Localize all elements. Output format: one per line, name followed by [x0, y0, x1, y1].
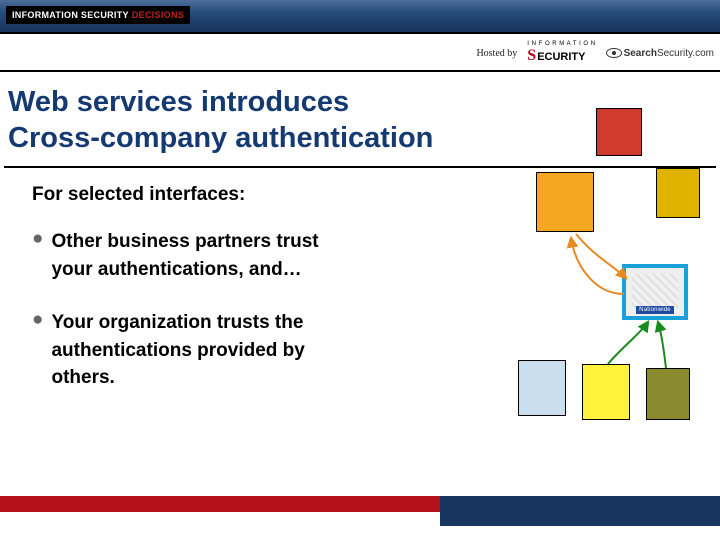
divider — [0, 32, 720, 34]
logo-searchsecurity: SearchSecurity.com — [606, 48, 714, 59]
footer — [0, 492, 720, 520]
bullet-icon: ● — [32, 228, 43, 283]
logo-ss-bold: Search — [624, 48, 657, 59]
title-line1: Web services introduces — [8, 84, 433, 120]
brand-logo: INFORMATION SECURITY DECISIONS — [6, 6, 190, 24]
logo-security-text: ECURITY — [537, 51, 585, 63]
logo-small-text: I N F O R M A T I O N — [527, 42, 595, 47]
list-item: ● Other business partners trust your aut… — [32, 228, 412, 283]
bullet-text: authentications provided by — [51, 337, 304, 365]
list-item: ● Your organization trusts the authentic… — [32, 309, 412, 392]
hosted-by-label: Hosted by — [476, 48, 517, 59]
arrow-orange-in — [571, 238, 624, 294]
bullet-text: your authentications, and… — [51, 256, 318, 284]
bullet-icon: ● — [32, 309, 43, 392]
eye-icon — [606, 48, 622, 58]
header: INFORMATION SECURITY DECISIONS Hosted by… — [0, 0, 720, 70]
divider-top — [0, 70, 720, 72]
arrow-green-olive — [658, 322, 666, 368]
logo-information-security: I N F O R M A T I O N SECURITY — [527, 42, 595, 65]
header-bar: INFORMATION SECURITY DECISIONS — [0, 0, 720, 32]
slide: INFORMATION SECURITY DECISIONS Hosted by… — [0, 0, 720, 540]
arrows-svg — [426, 108, 716, 478]
page-title: Web services introduces Cross-company au… — [8, 84, 433, 157]
bullet-list: ● Other business partners trust your aut… — [32, 228, 412, 418]
title-line2: Cross-company authentication — [8, 120, 433, 156]
trust-diagram: Nationwide — [426, 108, 716, 478]
bullet-text: Other business partners trust — [51, 231, 318, 252]
bullet-text: others. — [51, 364, 304, 392]
footer-bar-navy — [440, 496, 720, 526]
bullet-text: Your organization trusts the — [51, 312, 303, 333]
logo-ss-rest: Security.com — [657, 48, 714, 59]
subtitle: For selected interfaces: — [32, 184, 245, 206]
hosted-row: Hosted by I N F O R M A T I O N SECURITY… — [476, 40, 714, 66]
brand-accent: DECISIONS — [132, 10, 184, 20]
arrow-green-yellow — [608, 322, 648, 364]
brand-text: INFORMATION SECURITY — [12, 10, 129, 20]
